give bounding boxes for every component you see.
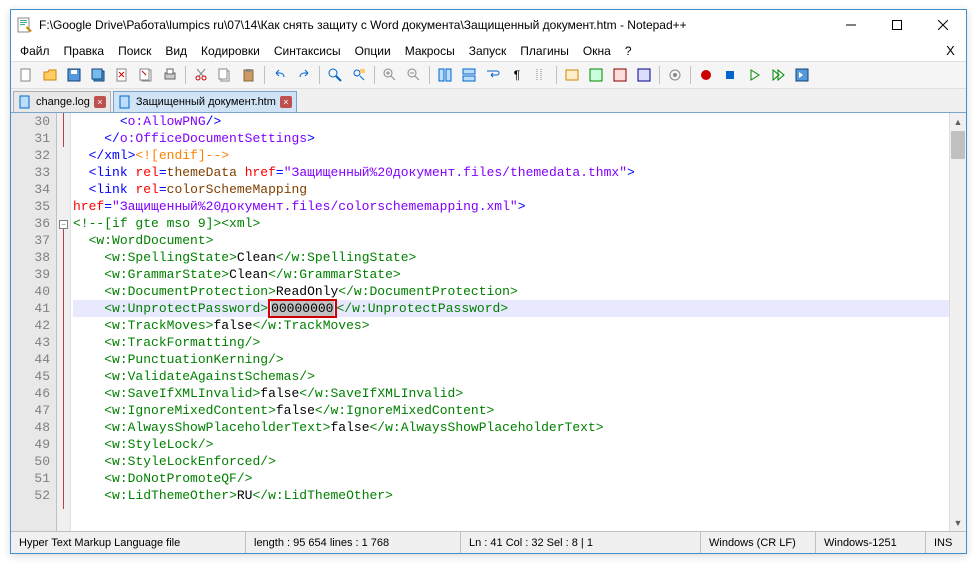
menubar: Файл Правка Поиск Вид Кодировки Синтакси… <box>11 40 966 61</box>
save-all-icon[interactable] <box>87 64 109 86</box>
close-icon[interactable]: × <box>280 96 292 108</box>
status-eol[interactable]: Windows (CR LF) <box>701 532 816 553</box>
close-all-icon[interactable] <box>135 64 157 86</box>
line-numbers: 3031323334353637383940414243444546474849… <box>11 113 57 531</box>
tab-label: Защищенный документ.htm <box>136 96 276 108</box>
func-list-icon[interactable] <box>609 64 631 86</box>
code-area[interactable]: <o:AllowPNG/> </o:OfficeDocumentSettings… <box>71 113 949 531</box>
save-macro-icon[interactable] <box>791 64 813 86</box>
scrollbar-thumb[interactable] <box>951 131 965 159</box>
menu-file[interactable]: Файл <box>13 42 57 60</box>
tab-changelog[interactable]: change.log × <box>13 91 111 112</box>
separator-icon <box>319 66 320 84</box>
menu-plugins[interactable]: Плагины <box>513 42 576 60</box>
redo-icon[interactable] <box>293 64 315 86</box>
tabbar: change.log × Защищенный документ.htm × <box>11 89 966 112</box>
menu-windows[interactable]: Окна <box>576 42 618 60</box>
close-file-icon[interactable] <box>111 64 133 86</box>
stop-icon[interactable] <box>719 64 741 86</box>
statusbar: Hyper Text Markup Language file length :… <box>11 531 966 553</box>
wordwrap-icon[interactable] <box>482 64 504 86</box>
lang-icon[interactable] <box>561 64 583 86</box>
file-icon <box>118 95 132 109</box>
menu-view[interactable]: Вид <box>158 42 194 60</box>
indent-guide-icon[interactable] <box>530 64 552 86</box>
fold-toggle-icon[interactable]: − <box>59 220 68 229</box>
menu-options[interactable]: Опции <box>348 42 398 60</box>
tab-protected-doc[interactable]: Защищенный документ.htm × <box>113 91 297 112</box>
save-icon[interactable] <box>63 64 85 86</box>
menu-encoding[interactable]: Кодировки <box>194 42 267 60</box>
separator-icon <box>690 66 691 84</box>
close-icon[interactable]: × <box>94 96 106 108</box>
status-length: length : 95 654 lines : 1 768 <box>246 532 461 553</box>
separator-icon <box>374 66 375 84</box>
minimize-button[interactable] <box>828 10 874 40</box>
monitoring-icon[interactable] <box>664 64 686 86</box>
sync-v-icon[interactable] <box>434 64 456 86</box>
status-position: Ln : 41 Col : 32 Sel : 8 | 1 <box>461 532 701 553</box>
status-language: Hyper Text Markup Language file <box>11 532 246 553</box>
separator-icon <box>659 66 660 84</box>
doc-map-icon[interactable] <box>585 64 607 86</box>
show-chars-icon[interactable]: ¶ <box>506 64 528 86</box>
find-icon[interactable] <box>324 64 346 86</box>
toolbar: ¶ <box>11 61 966 89</box>
separator-icon <box>185 66 186 84</box>
menu-syntax[interactable]: Синтаксисы <box>267 42 348 60</box>
titlebar: F:\Google Drive\Работа\lumpics ru\07\14\… <box>11 10 966 40</box>
tab-label: change.log <box>36 96 90 108</box>
window: F:\Google Drive\Работа\lumpics ru\07\14\… <box>10 9 967 554</box>
vertical-scrollbar[interactable]: ▲ ▼ <box>949 113 966 531</box>
menu-run[interactable]: Запуск <box>462 42 514 60</box>
status-insert-mode[interactable]: INS <box>926 532 966 553</box>
cut-icon[interactable] <box>190 64 212 86</box>
sync-h-icon[interactable] <box>458 64 480 86</box>
window-title: F:\Google Drive\Работа\lumpics ru\07\14\… <box>39 18 828 32</box>
copy-icon[interactable] <box>214 64 236 86</box>
separator-icon <box>429 66 430 84</box>
app-icon <box>17 17 33 33</box>
fold-column: − <box>57 113 71 531</box>
open-file-icon[interactable] <box>39 64 61 86</box>
menu-help[interactable]: ? <box>618 42 639 60</box>
paste-icon[interactable] <box>238 64 260 86</box>
zoom-out-icon[interactable] <box>403 64 425 86</box>
editor[interactable]: 3031323334353637383940414243444546474849… <box>11 112 966 531</box>
close-button[interactable] <box>920 10 966 40</box>
menu-edit[interactable]: Правка <box>57 42 112 60</box>
undo-icon[interactable] <box>269 64 291 86</box>
separator-icon <box>556 66 557 84</box>
scroll-up-icon[interactable]: ▲ <box>950 113 966 130</box>
status-encoding[interactable]: Windows-1251 <box>816 532 926 553</box>
menubar-x-button[interactable]: X <box>943 43 964 58</box>
maximize-button[interactable] <box>874 10 920 40</box>
file-icon <box>18 95 32 109</box>
folder-view-icon[interactable] <box>633 64 655 86</box>
record-icon[interactable] <box>695 64 717 86</box>
separator-icon <box>264 66 265 84</box>
new-file-icon[interactable] <box>15 64 37 86</box>
menu-macros[interactable]: Макросы <box>398 42 462 60</box>
zoom-in-icon[interactable] <box>379 64 401 86</box>
scroll-down-icon[interactable]: ▼ <box>950 514 966 531</box>
menu-search[interactable]: Поиск <box>111 42 158 60</box>
print-icon[interactable] <box>159 64 181 86</box>
play-multi-icon[interactable] <box>767 64 789 86</box>
replace-icon[interactable] <box>348 64 370 86</box>
play-icon[interactable] <box>743 64 765 86</box>
